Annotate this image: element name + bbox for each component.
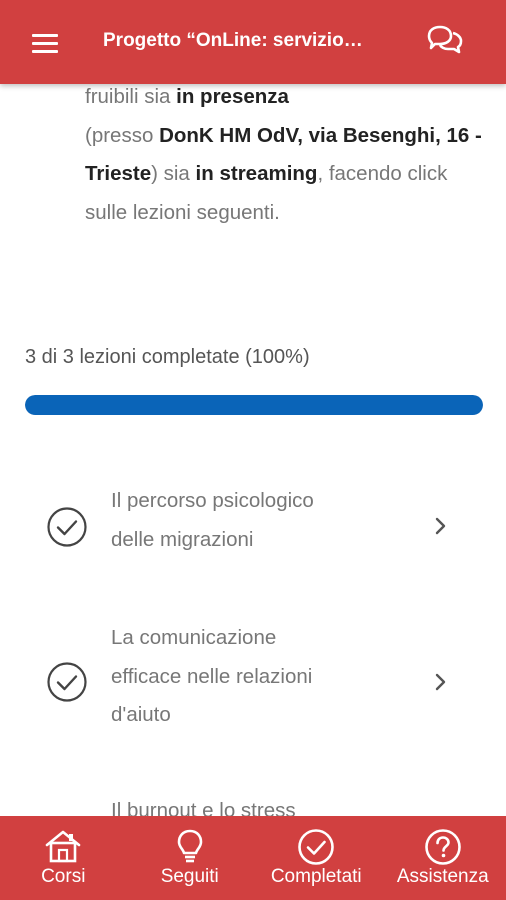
progress-bar: [25, 395, 483, 415]
lesson-item[interactable]: Il burnout e lo stress: [0, 788, 506, 816]
lesson-title: La comunicazione efficace nelle relazion…: [111, 626, 313, 726]
nav-corsi-label: Corsi: [41, 866, 86, 887]
nav-assistenza-label: Assistenza: [396, 866, 489, 887]
menu-icon[interactable]: [32, 34, 58, 54]
lesson-item[interactable]: Il percorso psicologico delle migrazioni: [0, 476, 506, 580]
nav-seguiti-label: Seguiti: [160, 866, 219, 887]
chevron-right-icon: [435, 517, 446, 535]
nav-seguiti[interactable]: Seguiti: [127, 816, 254, 900]
chat-bubbles-icon[interactable]: [426, 24, 464, 56]
chevron-right-icon: [435, 673, 446, 691]
lesson-title: Il burnout e lo stress: [111, 799, 296, 816]
home-icon: [45, 830, 81, 863]
lesson-title: Il percorso psicologico delle migrazioni: [111, 489, 314, 551]
nav-completati[interactable]: Completati: [253, 816, 380, 900]
app-header: Progetto “OnLine: servizio…: [0, 0, 506, 84]
nav-assistenza[interactable]: Assistenza: [380, 816, 506, 900]
lesson-item[interactable]: La comunicazione efficace nelle relazion…: [0, 614, 506, 738]
nav-completati-label: Completati: [270, 866, 362, 887]
nav-corsi[interactable]: Corsi: [0, 816, 127, 900]
page-title: Progetto “OnLine: servizio…: [103, 30, 363, 51]
intro-text: fruibili sia in presenza (presso DonK HM…: [85, 85, 482, 224]
check-circle-icon: [298, 829, 335, 865]
progress-fill: [25, 395, 483, 415]
course-content[interactable]: fruibili sia in presenza (presso DonK HM…: [0, 84, 506, 816]
help-circle-icon: [424, 829, 461, 865]
progress-label: 3 di 3 lezioni completate (100%): [25, 346, 310, 368]
check-circle-icon: [47, 662, 87, 702]
check-circle-icon: [47, 507, 87, 547]
bottom-nav: Corsi Seguiti Completati Assistenza: [0, 816, 506, 900]
lightbulb-icon: [177, 829, 203, 863]
